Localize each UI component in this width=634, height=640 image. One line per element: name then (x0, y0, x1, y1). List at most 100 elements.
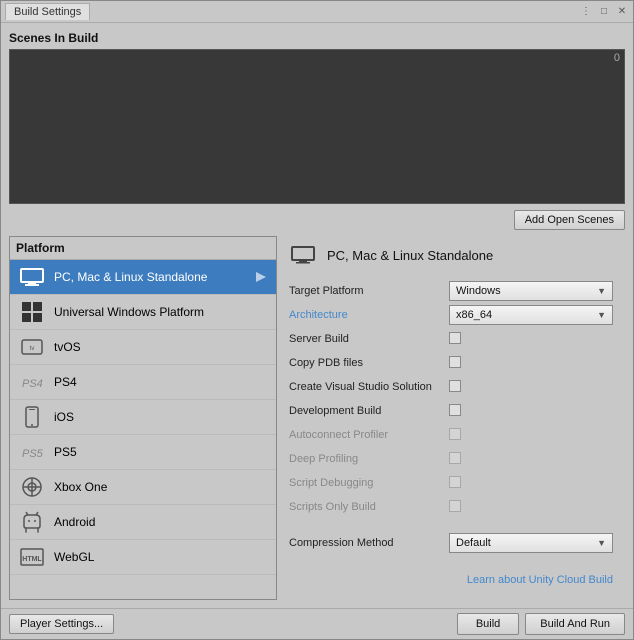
dev-build-label: Development Build (289, 405, 449, 417)
scenes-section: Scenes In Build 0 Add Open Scenes (9, 31, 625, 230)
windows-icon (18, 301, 46, 323)
autoconnect-checkbox (449, 428, 461, 440)
platform-item-tvos[interactable]: tv tvOS (10, 330, 276, 365)
switch-icon (254, 270, 268, 284)
settings-row-scripts-only: Scripts Only Build (289, 496, 613, 518)
dev-build-checkbox[interactable] (449, 404, 461, 416)
platform-item-ps4[interactable]: PS4 PS4 (10, 365, 276, 400)
architecture-label[interactable]: Architecture (289, 309, 449, 321)
deep-profiling-label: Deep Profiling (289, 453, 449, 465)
xbox-icon (18, 476, 46, 498)
platform-item-pc[interactable]: PC, Mac & Linux Standalone (10, 260, 276, 295)
settings-row-server-build: Server Build (289, 328, 613, 350)
server-build-checkbox[interactable] (449, 332, 461, 344)
svg-text:PS4: PS4 (22, 378, 43, 390)
compression-label: Compression Method (289, 537, 449, 549)
platform-item-uwp[interactable]: Universal Windows Platform (10, 295, 276, 330)
settings-panel: PC, Mac & Linux Standalone Target Platfo… (277, 236, 625, 600)
vs-solution-label: Create Visual Studio Solution (289, 381, 449, 393)
close-button[interactable]: ✕ (615, 5, 629, 19)
platform-item-webgl[interactable]: HTML WebGL (10, 540, 276, 575)
script-debug-checkbox (449, 476, 461, 488)
compression-dropdown[interactable]: Default ▼ (449, 533, 613, 553)
deep-profiling-checkbox (449, 452, 461, 464)
platform-label-uwp: Universal Windows Platform (54, 305, 268, 319)
compression-value: Default ▼ (449, 533, 613, 553)
platform-item-ios[interactable]: iOS (10, 400, 276, 435)
script-debug-label: Script Debugging (289, 477, 449, 489)
platform-item-xbox[interactable]: Xbox One (10, 470, 276, 505)
scripts-only-label: Scripts Only Build (289, 501, 449, 513)
bottom-bar-left: Player Settings... (9, 614, 451, 634)
scripts-only-checkbox (449, 500, 461, 512)
scenes-area: 0 (9, 49, 625, 204)
vs-solution-checkbox[interactable] (449, 380, 461, 392)
settings-row-copy-pdb: Copy PDB files (289, 352, 613, 374)
bottom-bar: Player Settings... Build Build And Run (1, 608, 633, 639)
settings-row-architecture: Architecture x86_64 ▼ (289, 304, 613, 326)
build-button[interactable]: Build (457, 613, 519, 635)
add-open-scenes-button[interactable]: Add Open Scenes (514, 210, 625, 230)
settings-row-compression: Compression Method Default ▼ (289, 532, 613, 554)
ios-icon (18, 406, 46, 428)
svg-text:HTML: HTML (22, 556, 42, 563)
maximize-button[interactable]: □ (597, 5, 611, 19)
settings-header-icon (289, 244, 317, 266)
settings-rows: Target Platform Windows ▼ Architecture (289, 280, 613, 556)
platform-item-android[interactable]: Android (10, 505, 276, 540)
platform-label-tvos: tvOS (54, 340, 268, 354)
copy-pdb-checkbox[interactable] (449, 356, 461, 368)
deep-profiling-value (449, 452, 613, 467)
settings-header-title: PC, Mac & Linux Standalone (327, 248, 493, 263)
target-platform-value: Windows ▼ (449, 281, 613, 301)
main-content: Scenes In Build 0 Add Open Scenes Platfo… (1, 23, 633, 608)
build-settings-window: Build Settings ⋮ □ ✕ Scenes In Build 0 A… (0, 0, 634, 640)
dev-build-value (449, 404, 613, 419)
vs-solution-value (449, 380, 613, 395)
title-tab: Build Settings (5, 3, 90, 20)
server-build-value (449, 332, 613, 347)
platform-label-android: Android (54, 515, 268, 529)
platform-panel: Platform PC, Mac & Linux Standalone (9, 236, 277, 600)
platform-label-ps5: PS5 (54, 445, 268, 459)
settings-row-dev-build: Development Build (289, 400, 613, 422)
title-controls: ⋮ □ ✕ (579, 5, 629, 19)
dropdown-arrow: ▼ (597, 286, 606, 296)
bottom-bar-right: Build Build And Run (457, 613, 625, 635)
autoconnect-label: Autoconnect Profiler (289, 429, 449, 441)
svg-text:tv: tv (30, 346, 35, 352)
webgl-icon: HTML (18, 546, 46, 568)
player-settings-button[interactable]: Player Settings... (9, 614, 114, 634)
architecture-dropdown[interactable]: x86_64 ▼ (449, 305, 613, 325)
settings-header: PC, Mac & Linux Standalone (289, 244, 613, 266)
settings-row-vs-solution: Create Visual Studio Solution (289, 376, 613, 398)
copy-pdb-value (449, 356, 613, 371)
menu-button[interactable]: ⋮ (579, 5, 593, 19)
settings-row-script-debug: Script Debugging (289, 472, 613, 494)
architecture-value: x86_64 ▼ (449, 305, 613, 325)
lower-section: Platform PC, Mac & Linux Standalone (9, 236, 625, 600)
target-platform-dropdown[interactable]: Windows ▼ (449, 281, 613, 301)
cloud-build-link-row: Learn about Unity Cloud Build (289, 572, 613, 586)
cloud-build-link[interactable]: Learn about Unity Cloud Build (467, 574, 613, 586)
platform-label-xbox: Xbox One (54, 480, 268, 494)
ps4-icon: PS4 (18, 371, 46, 393)
settings-row-deep-profiling: Deep Profiling (289, 448, 613, 470)
scripts-only-value (449, 500, 613, 515)
platform-label-ps4: PS4 (54, 375, 268, 389)
platform-label-ios: iOS (54, 410, 268, 424)
scene-count: 0 (614, 52, 620, 64)
build-and-run-button[interactable]: Build And Run (525, 613, 625, 635)
settings-row-autoconnect: Autoconnect Profiler (289, 424, 613, 446)
platform-label-pc: PC, Mac & Linux Standalone (54, 270, 246, 284)
title-bar: Build Settings ⋮ □ ✕ (1, 1, 633, 23)
monitor-icon (18, 266, 46, 288)
architecture-dropdown-arrow: ▼ (597, 310, 606, 320)
platform-label-webgl: WebGL (54, 550, 268, 564)
platform-item-ps5[interactable]: PS5 PS5 (10, 435, 276, 470)
copy-pdb-label: Copy PDB files (289, 357, 449, 369)
script-debug-value (449, 476, 613, 491)
scenes-title: Scenes In Build (9, 31, 625, 45)
platform-header: Platform (10, 237, 276, 260)
autoconnect-value (449, 428, 613, 443)
